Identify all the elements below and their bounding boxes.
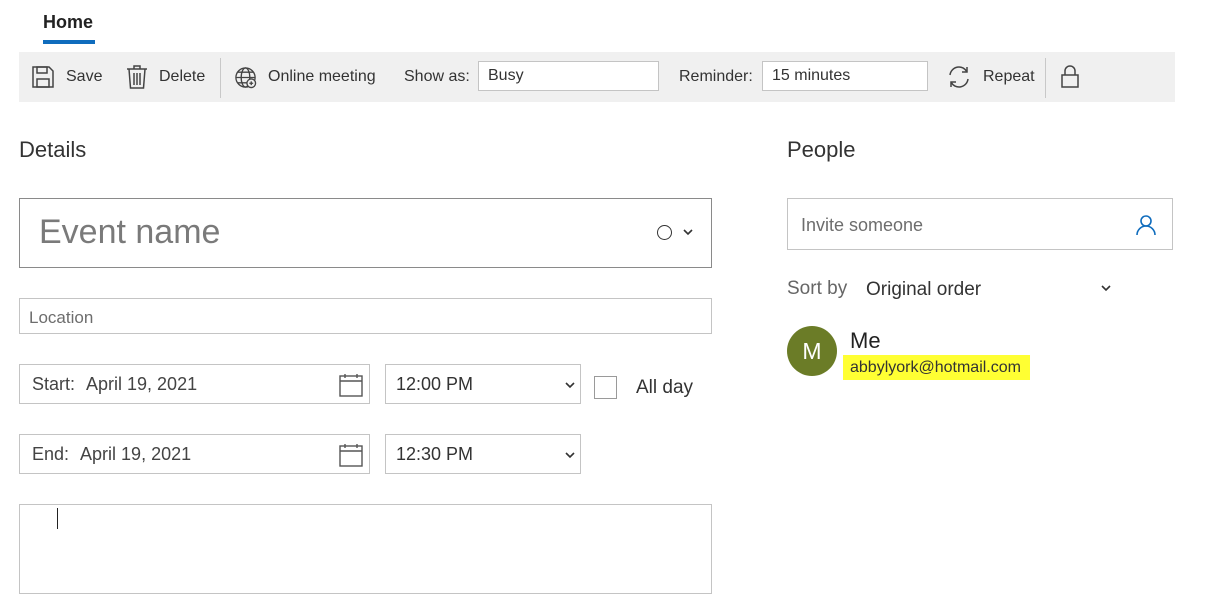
event-name-placeholder: Event name — [39, 213, 221, 251]
end-label: End: — [32, 444, 70, 464]
sort-by-label: Sort by — [787, 278, 848, 299]
category-circle-icon[interactable] — [657, 225, 672, 240]
end-time-value: 12:30 PM — [396, 444, 474, 464]
chevron-down-icon — [565, 452, 575, 459]
save-icon — [32, 66, 54, 88]
all-day-checkbox[interactable] — [594, 376, 617, 399]
location-placeholder: Location — [29, 308, 94, 327]
end-time-select[interactable]: 12:30 PM — [385, 434, 581, 474]
calendar-icon[interactable] — [339, 443, 363, 467]
text-cursor — [57, 508, 58, 529]
save-label: Save — [66, 68, 103, 85]
repeat-label: Repeat — [983, 68, 1035, 85]
save-button[interactable]: Save — [31, 52, 102, 102]
start-label: Start: — [32, 374, 76, 394]
start-date-picker[interactable]: Start: April 19, 2021 — [19, 364, 370, 404]
online-meeting-button[interactable]: Online meeting — [234, 52, 376, 102]
reminder-label: Reminder: — [679, 68, 753, 85]
end-date-picker[interactable]: End: April 19, 2021 — [19, 434, 370, 474]
avatar: M — [787, 326, 837, 376]
start-date-value: April 19, 2021 — [86, 374, 198, 394]
repeat-button[interactable]: Repeat — [946, 52, 1035, 102]
lock-icon — [1061, 65, 1079, 88]
people-title: People — [787, 137, 856, 162]
show-as-select[interactable]: Busy — [478, 61, 659, 91]
details-title: Details — [19, 137, 87, 162]
delete-label: Delete — [159, 68, 206, 85]
attendee-name: Me — [850, 328, 881, 353]
event-name-input[interactable]: Event name — [19, 198, 712, 268]
invite-placeholder: Invite someone — [801, 215, 924, 235]
tab-active-indicator — [43, 40, 95, 44]
chevron-down-icon[interactable] — [682, 227, 694, 237]
trash-icon — [127, 65, 147, 89]
globe-icon — [235, 66, 257, 88]
delete-button[interactable]: Delete — [126, 52, 205, 102]
chevron-down-icon — [565, 382, 575, 389]
repeat-icon — [949, 66, 969, 88]
location-input[interactable]: Location — [19, 298, 712, 334]
tab-home[interactable]: Home — [43, 12, 93, 33]
person-icon[interactable] — [1135, 214, 1157, 236]
toolbar-divider — [1045, 58, 1046, 98]
all-day-label: All day — [636, 377, 694, 398]
start-time-value: 12:00 PM — [396, 374, 474, 394]
private-lock-button[interactable] — [1060, 52, 1091, 102]
toolbar-divider — [220, 58, 221, 98]
show-as-label: Show as: — [404, 68, 470, 85]
chevron-down-icon[interactable] — [1100, 283, 1112, 293]
invite-someone-input[interactable]: Invite someone — [787, 198, 1173, 250]
end-date-value: April 19, 2021 — [80, 444, 192, 464]
toolbar: Save Delete Online meeting Show as: Busy… — [19, 52, 1175, 102]
start-time-select[interactable]: 12:00 PM — [385, 364, 581, 404]
reminder-select[interactable]: 15 minutes — [762, 61, 928, 91]
sort-by-select[interactable]: Original order — [866, 279, 981, 301]
attendee-email: abbylyork@hotmail.com — [843, 355, 1030, 380]
online-meeting-label: Online meeting — [268, 68, 376, 85]
calendar-icon[interactable] — [339, 373, 363, 397]
